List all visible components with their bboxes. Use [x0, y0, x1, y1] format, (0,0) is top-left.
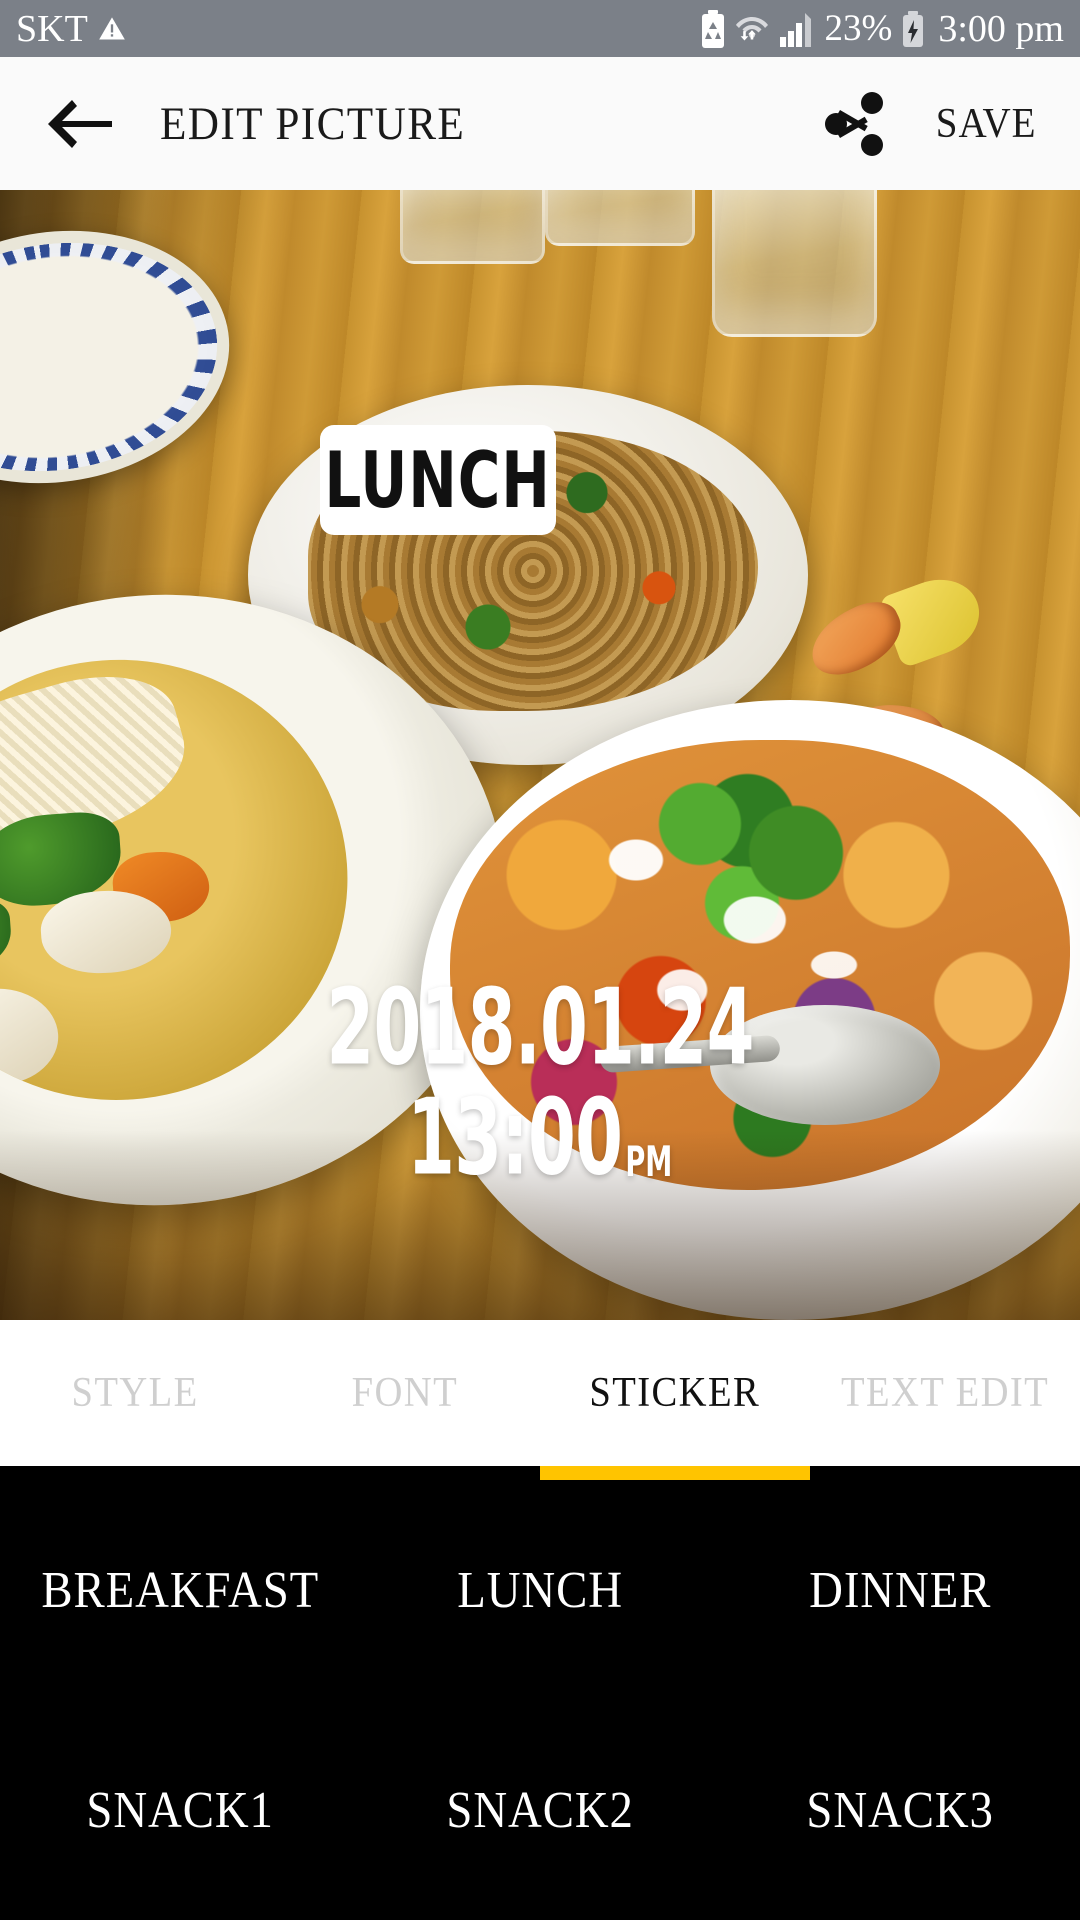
sticker-option-dinner[interactable]: DINNER [720, 1561, 1080, 1620]
sticker-option-label: BREAKFAST [41, 1561, 319, 1619]
tab-style[interactable]: STYLE [0, 1320, 270, 1466]
table-shadow-bottom [0, 1130, 1080, 1320]
tab-style-label: STYLE [71, 1370, 199, 1416]
sticker-option-lunch[interactable]: LUNCH [360, 1561, 720, 1620]
tab-sticker-label: STICKER [589, 1370, 761, 1416]
tab-sticker[interactable]: STICKER [540, 1320, 810, 1466]
back-arrow-icon [48, 99, 112, 148]
drinking-glass [545, 190, 695, 246]
tab-font[interactable]: FONT [270, 1320, 540, 1466]
tab-text-edit[interactable]: TEXT EDIT [810, 1320, 1080, 1466]
page-title: EDIT PICTURE [160, 97, 466, 150]
status-bar-right: 23% 3:00 pm [700, 7, 1064, 50]
herbs [0, 897, 14, 974]
sticker-option-label: SNACK1 [86, 1781, 274, 1839]
battery-recycle-icon [701, 9, 724, 48]
editor-tab-bar: STYLE FONT STICKER TEXT EDIT [0, 1320, 1080, 1466]
share-button[interactable] [818, 87, 892, 161]
sticker-option-snack1[interactable]: SNACK1 [0, 1781, 360, 1840]
save-button[interactable]: SAVE [936, 100, 1037, 148]
sticker-option-label: SNACK3 [806, 1781, 994, 1839]
battery-charging-icon [903, 10, 924, 47]
active-tab-indicator [540, 1466, 810, 1480]
carrier-label: SKT [16, 7, 88, 50]
status-bar-clock: 3:00 pm [938, 7, 1064, 50]
food-photo [0, 190, 1080, 1320]
sticker-option-snack2[interactable]: SNACK2 [360, 1781, 720, 1840]
soup [0, 644, 363, 1116]
chicken-piece [0, 984, 62, 1089]
tab-font-label: FONT [351, 1370, 459, 1416]
sticker-option-label: SNACK2 [446, 1781, 634, 1839]
sticker-option-label: LUNCH [457, 1561, 623, 1619]
status-bar: SKT 23% 3:00 pm [0, 0, 1080, 57]
lunch-sticker-label: LUNCH [324, 434, 552, 526]
sticker-row: SNACK1 SNACK2 SNACK3 [0, 1700, 1080, 1920]
drinking-glass [712, 190, 877, 337]
app-bar: EDIT PICTURE SAVE [0, 57, 1080, 190]
lunch-sticker-overlay[interactable]: LUNCH [320, 425, 556, 535]
signal-bars-icon [779, 12, 811, 47]
sticker-option-snack3[interactable]: SNACK3 [720, 1781, 1080, 1840]
back-button[interactable] [40, 85, 118, 163]
tab-text-edit-label: TEXT EDIT [840, 1370, 1050, 1416]
battery-percent-label: 23% [824, 8, 893, 49]
share-icon [824, 91, 883, 156]
sticker-row: BREAKFAST LUNCH DINNER [0, 1480, 1080, 1700]
sticker-option-label: DINNER [808, 1561, 992, 1619]
sticker-panel: BREAKFAST LUNCH DINNER SNACK1 SNACK2 SNA… [0, 1480, 1080, 1920]
photo-canvas[interactable]: LUNCH 2018.01.24 13:00 PM [0, 190, 1080, 1320]
drinking-glass [400, 190, 545, 264]
warning-triangle-icon [98, 16, 125, 39]
status-bar-left: SKT [16, 10, 126, 48]
sticker-option-breakfast[interactable]: BREAKFAST [0, 1561, 360, 1620]
wifi-transfer-icon [735, 16, 768, 40]
serving-spoon [599, 1005, 940, 1125]
